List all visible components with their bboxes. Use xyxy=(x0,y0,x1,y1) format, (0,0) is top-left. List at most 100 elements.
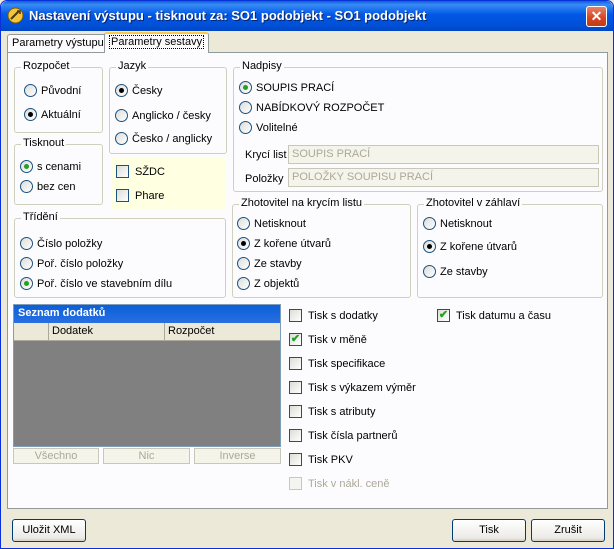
radio-cislo-polozky[interactable]: Číslo položky xyxy=(20,237,102,250)
radio-anglicko-cesky[interactable]: Anglicko / česky xyxy=(115,109,211,122)
option-label: s cenami xyxy=(37,160,82,173)
tab-parametry-vystupu[interactable]: Parametry výstupu xyxy=(7,34,109,52)
option-label: Poř. číslo položky xyxy=(37,257,124,270)
close-button[interactable]: ✕ xyxy=(586,6,607,27)
radio-bez-cen[interactable]: bez cen xyxy=(20,180,76,193)
option-label: Tisk datumu a času xyxy=(456,309,551,322)
close-icon: ✕ xyxy=(590,8,603,24)
check-tisk-vykaz-vymer[interactable]: Tisk s výkazem výměr xyxy=(289,381,416,394)
radio-indicator xyxy=(237,217,250,230)
radio-por-cislo-stavebni-dil[interactable]: Poř. číslo ve stavebním dílu xyxy=(20,277,172,290)
tab-label: Parametry sestavy xyxy=(109,35,205,49)
checkbox-indicator xyxy=(289,477,302,490)
group-rozpocet: Rozpočet xyxy=(14,60,103,133)
radio-zk-netisknout[interactable]: Netisknout xyxy=(237,217,306,230)
option-label: Anglicko / česky xyxy=(132,109,211,122)
radio-indicator xyxy=(115,132,128,145)
check-tisk-specifikace[interactable]: Tisk specifikace xyxy=(289,357,385,370)
option-label: Netisknout xyxy=(440,217,492,230)
column-header-rozpocet[interactable]: Rozpočet xyxy=(165,323,280,340)
save-xml-button[interactable]: Uložit XML xyxy=(12,519,86,542)
group-title: Rozpočet xyxy=(21,60,72,72)
check-phare[interactable]: Phare xyxy=(116,189,164,202)
option-label: Poř. číslo ve stavebním dílu xyxy=(37,277,173,290)
radio-indicator xyxy=(20,257,33,270)
option-label: Z kořene útvarů xyxy=(440,240,518,253)
radio-indicator xyxy=(115,84,128,97)
radio-indicator xyxy=(423,240,436,253)
option-label: Z kořene útvarů xyxy=(254,237,332,250)
option-label: Tisk v nákl. ceně xyxy=(308,477,390,490)
column-header-check[interactable] xyxy=(14,323,49,340)
list-column-headers: Dodatek Rozpočet xyxy=(14,323,280,341)
radio-zk-objekty[interactable]: Z objektů xyxy=(237,277,299,290)
option-label: Tisk s atributy xyxy=(308,405,376,418)
tab-label: Parametry výstupu xyxy=(12,37,104,49)
radio-indicator xyxy=(239,101,252,114)
radio-zk-stavba[interactable]: Ze stavby xyxy=(237,257,302,270)
option-label: Z objektů xyxy=(254,277,300,290)
radio-zz-koren[interactable]: Z kořene útvarů xyxy=(423,240,517,253)
polozky-field[interactable]: POLOŽKY SOUPISU PRACÍ xyxy=(288,168,599,187)
option-label: Phare xyxy=(135,189,165,202)
radio-zz-netisknout[interactable]: Netisknout xyxy=(423,217,492,230)
checkbox-indicator xyxy=(289,453,302,466)
tab-parametry-sestavy[interactable]: Parametry sestavy xyxy=(104,32,210,53)
radio-cesky[interactable]: Česky xyxy=(115,84,163,97)
checkbox-indicator xyxy=(289,381,302,394)
option-label: Tisk s dodatky xyxy=(308,309,378,322)
check-szdc[interactable]: SŽDC xyxy=(116,165,165,178)
radio-zz-stavba[interactable]: Ze stavby xyxy=(423,265,488,278)
polozky-label: Položky xyxy=(245,173,284,185)
radio-indicator xyxy=(423,265,436,278)
window-title: Nastavení výstupu - tisknout za: SO1 pod… xyxy=(29,8,427,23)
radio-indicator xyxy=(20,180,33,193)
cancel-button[interactable]: Zrušit xyxy=(531,519,605,542)
inverse-button[interactable]: Inverse xyxy=(194,448,281,464)
radio-indicator xyxy=(237,257,250,270)
radio-volitelne[interactable]: Volitelné xyxy=(239,121,298,134)
radio-cesko-anglicky[interactable]: Česko / anglicky xyxy=(115,132,212,145)
option-label: Tisk specifikace xyxy=(308,357,386,370)
option-label: Tisk v měně xyxy=(308,333,367,346)
group-title: Tisknout xyxy=(21,137,67,149)
radio-soupis-praci[interactable]: SOUPIS PRACÍ xyxy=(239,81,334,94)
radio-por-cislo-polozky[interactable]: Poř. číslo položky xyxy=(20,257,123,270)
print-button[interactable]: Tisk xyxy=(452,519,526,542)
radio-nabidkovy-rozpocet[interactable]: NABÍDKOVÝ ROZPOČET xyxy=(239,101,384,114)
vsechno-button[interactable]: Všechno xyxy=(13,448,99,464)
check-icon: ✔ xyxy=(437,309,450,322)
radio-indicator xyxy=(239,121,252,134)
radio-indicator xyxy=(423,217,436,230)
column-header-dodatek[interactable]: Dodatek xyxy=(49,323,165,340)
option-label: Volitelné xyxy=(256,121,298,134)
radio-aktualni[interactable]: Aktuální xyxy=(24,108,81,121)
option-label: Ze stavby xyxy=(254,257,302,270)
check-tisk-nakl-cene: Tisk v nákl. ceně xyxy=(289,477,390,490)
checkbox-indicator xyxy=(289,357,302,370)
group-title: Zhotovitel na krycím listu xyxy=(239,197,365,209)
title-bar[interactable]: Nastavení výstupu - tisknout za: SO1 pod… xyxy=(1,1,613,31)
option-label: Aktuální xyxy=(41,108,81,121)
seznam-dodatku-list[interactable]: Seznam dodatků Dodatek Rozpočet xyxy=(13,304,281,447)
option-label: Netisknout xyxy=(254,217,306,230)
checkbox-indicator xyxy=(289,405,302,418)
check-tisk-cisla-partneru[interactable]: Tisk čísla partnerů xyxy=(289,429,397,442)
radio-s-cenami[interactable]: s cenami xyxy=(20,160,81,173)
check-tisk-pkv[interactable]: Tisk PKV xyxy=(289,453,353,466)
kryci-list-field[interactable]: SOUPIS PRACÍ xyxy=(288,145,599,164)
check-tisk-datumu[interactable]: ✔ Tisk datumu a času xyxy=(437,309,551,322)
option-label: Česky xyxy=(132,84,163,97)
radio-indicator xyxy=(237,237,250,250)
check-icon: ✔ xyxy=(289,333,302,346)
option-label: Tisk s výkazem výměr xyxy=(308,381,416,394)
nic-button[interactable]: Nic xyxy=(103,448,190,464)
check-tisk-s-dodatky[interactable]: Tisk s dodatky xyxy=(289,309,378,322)
check-tisk-v-mene[interactable]: ✔ Tisk v měně xyxy=(289,333,367,346)
option-label: SŽDC xyxy=(135,165,165,178)
radio-puvodni[interactable]: Původní xyxy=(24,84,81,97)
check-tisk-atributy[interactable]: Tisk s atributy xyxy=(289,405,375,418)
option-label: bez cen xyxy=(37,180,76,193)
radio-zk-koren[interactable]: Z kořene útvarů xyxy=(237,237,331,250)
radio-indicator xyxy=(20,277,33,290)
